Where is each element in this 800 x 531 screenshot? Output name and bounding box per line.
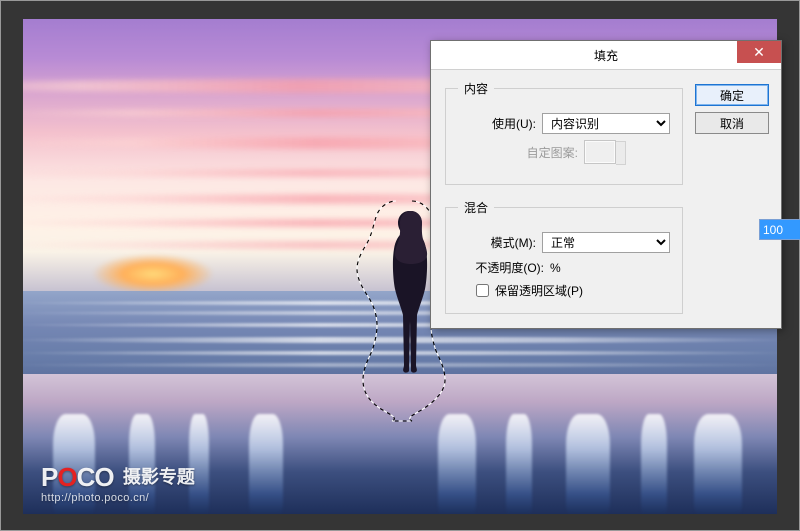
wave [23, 363, 777, 367]
mode-select[interactable]: 正常 [542, 232, 670, 253]
logo-letter: P [41, 462, 57, 492]
watermark-text: 摄影专题 [123, 463, 195, 489]
waterfall [506, 414, 532, 514]
close-button[interactable]: ✕ [737, 41, 781, 63]
use-select[interactable]: 内容识别 [542, 113, 670, 134]
waterfall [249, 414, 283, 514]
fill-dialog: 填充 ✕ 内容 使用(U): 内容识别 自定图案: 混合 [430, 40, 782, 329]
logo-letter: O [57, 462, 76, 492]
blend-legend: 混合 [458, 199, 494, 216]
preserve-transparency-label: 保留透明区域(P) [495, 282, 583, 299]
blend-group: 混合 模式(M): 正常 不透明度(O): % 保留透明区域(P) [445, 199, 683, 314]
content-group: 内容 使用(U): 内容识别 自定图案: [445, 80, 683, 185]
mode-label: 模式(M): [458, 234, 536, 251]
use-label: 使用(U): [458, 115, 536, 132]
waterfall [641, 414, 667, 514]
preserve-transparency-checkbox[interactable] [476, 284, 489, 297]
watermark-logo: POCO [41, 462, 114, 493]
logo-letter: CO [77, 462, 114, 492]
waterfall [566, 414, 610, 514]
pattern-label: 自定图案: [458, 144, 578, 161]
watermark: POCO 摄影专题 http://photo.poco.cn/ [41, 462, 195, 504]
close-icon: ✕ [753, 44, 765, 61]
wave [23, 351, 777, 355]
content-legend: 内容 [458, 80, 494, 97]
cancel-button[interactable]: 取消 [695, 112, 769, 134]
opacity-label: 不透明度(O): [458, 259, 544, 276]
opacity-unit: % [550, 261, 561, 275]
dialog-titlebar[interactable]: 填充 ✕ [431, 41, 781, 70]
ok-button[interactable]: 确定 [695, 84, 769, 106]
pattern-swatch [584, 140, 616, 164]
wave [23, 337, 777, 343]
waterfall [694, 414, 742, 514]
sunset-glow [93, 254, 213, 294]
watermark-url: http://photo.poco.cn/ [41, 492, 195, 504]
dialog-title: 填充 [594, 47, 618, 64]
waterfall [438, 414, 476, 514]
